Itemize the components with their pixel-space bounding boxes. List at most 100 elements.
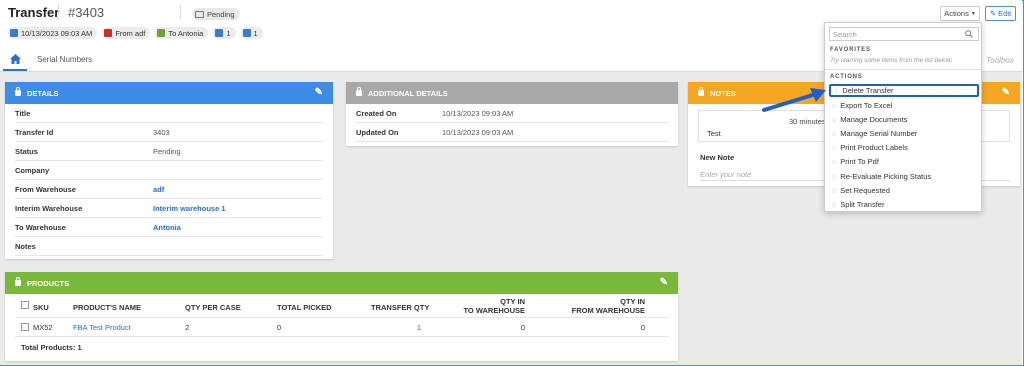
summary-chips: 10/13/2023 09:03 AM From adf To Antonia … <box>8 27 263 39</box>
dropdown-search-input[interactable]: Search <box>829 27 979 41</box>
menu-item-delete-transfer[interactable]: ☆ Delete Transfer <box>829 84 979 97</box>
warehouse-icon <box>104 29 113 37</box>
sku-cell: MX52 <box>33 323 53 332</box>
tab-home[interactable] <box>3 48 27 71</box>
row-checkbox[interactable] <box>21 323 29 331</box>
interim-warehouse-link[interactable]: Interim warehouse 1 <box>153 204 226 213</box>
actions-label: Actions <box>944 9 969 18</box>
transfer-qty-cell[interactable]: 1 <box>371 323 421 332</box>
column-header[interactable]: TOTAL PICKED <box>277 303 332 312</box>
star-icon[interactable]: ☆ <box>831 144 837 152</box>
pencil-icon[interactable]: ✎ <box>1002 87 1010 98</box>
product-name-link[interactable]: FBA Test Product <box>73 323 131 332</box>
menu-item-print-product-labels[interactable]: ☆ Print Product Labels <box>829 141 979 154</box>
menu-item-re-evaluate-picking-status[interactable]: ☆ Re-Evaluate Picking Status <box>829 170 979 183</box>
star-icon[interactable]: ☆ <box>831 130 837 138</box>
panel-title: DETAILS <box>27 88 59 98</box>
panel-title: PRODUCTS <box>27 278 70 288</box>
star-icon[interactable]: ☆ <box>831 116 837 124</box>
from-warehouse-link[interactable]: adf <box>153 185 164 194</box>
column-header[interactable]: SKU <box>33 303 49 312</box>
field-value: Pending <box>153 146 181 156</box>
qty-per-case-cell: 2 <box>185 323 190 332</box>
edit-button[interactable]: ✎ Edit <box>985 6 1016 21</box>
from-warehouse-chip[interactable]: From adf <box>102 27 151 39</box>
actions-button[interactable]: Actions ▼ <box>940 6 980 21</box>
menu-item-label: Manage Serial Number <box>840 129 918 138</box>
menu-item-export-to-excel[interactable]: ☆ Export To Excel <box>829 99 979 112</box>
favorites-section-label: FAVORITES <box>830 47 871 53</box>
caret-down-icon: ▼ <box>970 10 976 17</box>
detail-row: Company <box>15 161 323 180</box>
actions-section-label: ACTIONS <box>830 74 863 80</box>
note-text: Test <box>707 129 721 138</box>
status-badge: Pending <box>192 8 240 20</box>
field-value: 3403 <box>153 127 170 137</box>
field-value: 10/13/2023 09:03 AM <box>442 127 514 137</box>
detail-row: Status Pending <box>15 142 323 161</box>
column-header[interactable]: TO WAREHOUSE <box>445 306 525 315</box>
chip-label: To Antonia <box>168 28 204 38</box>
units-count-chip: 1 <box>240 27 263 39</box>
field-label: Created On <box>356 108 397 118</box>
field-label: Status <box>15 146 38 156</box>
menu-item-label: Print Product Labels <box>840 143 908 152</box>
home-icon <box>9 53 21 64</box>
star-icon[interactable]: ☆ <box>831 102 837 110</box>
menu-item-label: Print To Pdf <box>840 157 879 166</box>
panel-title: ADDITIONAL DETAILS <box>368 88 448 98</box>
menu-item-label: Delete Transfer <box>842 86 894 95</box>
lock-icon <box>15 87 21 96</box>
column-header[interactable]: FROM WAREHOUSE <box>565 306 645 315</box>
menu-item-manage-documents[interactable]: ☆ Manage Documents <box>829 113 979 126</box>
menu-item-label: Export To Excel <box>840 101 893 110</box>
lock-icon <box>356 87 362 96</box>
qty-to-warehouse-cell: 0 <box>520 323 525 332</box>
date-chip: 10/13/2023 09:03 AM <box>8 27 98 39</box>
field-label: Notes <box>15 241 36 251</box>
pencil-icon[interactable]: ✎ <box>660 277 668 288</box>
to-warehouse-chip[interactable]: To Antonia <box>155 27 209 39</box>
menu-item-set-requested[interactable]: ☆ Set Requested <box>829 184 979 197</box>
column-header[interactable]: PRODUCT'S NAME <box>73 303 141 312</box>
chip-label: 1 <box>253 28 258 38</box>
column-header[interactable]: QTY PER CASE <box>185 303 241 312</box>
chip-label: 10/13/2023 09:03 AM <box>21 28 93 38</box>
star-icon[interactable]: ☆ <box>831 173 837 181</box>
pencil-icon[interactable]: ✎ <box>315 87 323 98</box>
select-all-checkbox[interactable] <box>21 301 29 309</box>
tab-serial-numbers[interactable]: Serial Numbers <box>37 55 92 64</box>
star-icon[interactable]: ☆ <box>831 201 837 209</box>
star-icon[interactable]: ☆ <box>831 158 837 166</box>
toolbox-link[interactable]: Toolbox <box>986 56 1014 65</box>
field-label: Updated On <box>356 127 399 137</box>
transfer-number: #3403 <box>68 5 105 20</box>
lock-icon <box>15 277 21 286</box>
pencil-icon: ✎ <box>989 9 997 18</box>
to-warehouse-link[interactable]: Antonia <box>153 223 181 232</box>
note-time: 30 minutes <box>789 117 826 126</box>
column-header[interactable]: QTY IN <box>445 297 525 306</box>
truck-icon <box>195 10 204 18</box>
calendar-icon <box>10 29 18 37</box>
star-icon[interactable]: ☆ <box>833 87 839 95</box>
table-row: MX52 FBA Test Product 2 0 1 0 0 <box>15 318 669 337</box>
menu-item-split-transfer[interactable]: ☆ Split Transfer <box>829 198 979 211</box>
favorites-hint: Try starring some items from the list be… <box>830 57 954 64</box>
column-header[interactable]: QTY IN <box>565 297 645 306</box>
detail-row: Interim Warehouse Interim warehouse 1 <box>15 199 323 218</box>
details-panel: DETAILS ✎ Title Transfer Id 3403 Status Pe… <box>5 82 333 259</box>
chip-label: 1 <box>226 28 231 38</box>
page-title: Transfer <box>8 5 60 20</box>
details-header: DETAILS ✎ <box>5 82 333 104</box>
star-icon[interactable]: ☆ <box>831 187 837 195</box>
products-panel: PRODUCTS ✎ SKU PRODUCT'S NAME QTY PER CA… <box>5 272 678 361</box>
detail-row: Updated On 10/13/2023 09:03 AM <box>356 123 668 142</box>
menu-item-print-to-pdf[interactable]: ☆ Print To Pdf <box>829 155 979 168</box>
qty-from-warehouse-cell: 0 <box>640 323 645 332</box>
annotation-arrow-icon <box>762 88 826 112</box>
column-header[interactable]: TRANSFER QTY <box>371 303 429 312</box>
menu-item-label: Manage Documents <box>840 115 908 124</box>
menu-item-manage-serial-number[interactable]: ☆ Manage Serial Number <box>829 127 979 140</box>
table-footer: Total Products: 1 <box>15 337 669 353</box>
